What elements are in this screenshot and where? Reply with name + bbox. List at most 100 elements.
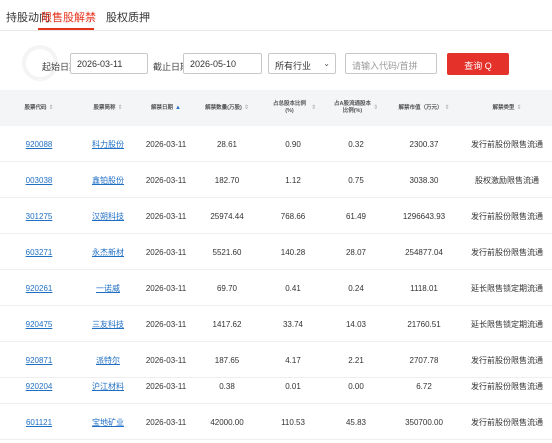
float-share-ratio: 28.07 [345, 247, 367, 257]
stock-name-link[interactable]: 鑫铂股份 [78, 162, 138, 198]
stock-name-link[interactable]: 沪江材料 [78, 368, 138, 404]
unlock-amount: 0.38 [219, 381, 235, 391]
total-share-ratio: 0.01 [285, 381, 301, 391]
total-share-ratio: 1.12 [285, 175, 301, 185]
table-row: 603271 永杰新材 2026-03-11 5521.60 140.28 28… [0, 234, 552, 270]
unlock-amount: 69.70 [216, 283, 238, 293]
unlock-amount: 28.61 [216, 139, 238, 149]
table-row: 920261 一诺威 2026-03-11 69.70 0.41 0.24 11… [0, 270, 552, 306]
float-share-ratio: 0.24 [348, 283, 364, 293]
unlock-type: 延长限售锁定期流通 [471, 319, 543, 329]
stock-code-link[interactable]: 603271 [0, 234, 78, 270]
col-unlock-type[interactable]: 解禁类型 ⇕ [462, 90, 552, 126]
unlock-date: 2026-03-11 [145, 139, 187, 149]
unlock-type: 发行前股份限售流通 [471, 247, 543, 257]
table-header: 股票代码 ⇕ 股票简称 ⇕ 解禁日期 ▲ 解禁数量(万股) ⇕ 占总股本比例(%) ⇕ 占… [0, 90, 552, 126]
unlock-value: 254877.04 [405, 247, 443, 257]
unlock-date: 2026-03-11 [145, 211, 187, 221]
unlock-type: 股权激励限售流通 [475, 175, 539, 185]
stock-code-link[interactable]: 920204 [0, 368, 78, 404]
unlock-date: 2026-03-11 [145, 283, 187, 293]
stock-code-link[interactable]: 920088 [0, 126, 78, 162]
col-stock-code[interactable]: 股票代码 ⇕ [0, 90, 78, 126]
unlock-type: 延长限售锁定期流通 [471, 283, 543, 293]
tab-bar: 持股动向 限售股解禁 股权质押 [0, 0, 552, 30]
float-share-ratio: 0.75 [348, 175, 364, 185]
stock-code-link[interactable]: 003038 [0, 162, 78, 198]
col-unlock-amount[interactable]: 解禁数量(万股) ⇕ [194, 90, 260, 126]
sort-icon: ⇕ [243, 104, 249, 111]
float-share-ratio: 0.32 [348, 139, 364, 149]
stock-code-link[interactable]: 601121 [0, 404, 78, 440]
sort-asc-icon: ▲ [175, 104, 181, 111]
col-stock-name[interactable]: 股票简称 ⇕ [78, 90, 138, 126]
search-button[interactable]: 查询 Q [447, 53, 509, 75]
total-share-ratio: 33.74 [282, 319, 304, 329]
tab-restricted-unlock[interactable]: 限售股解禁 [41, 9, 96, 25]
table-row: 920088 科力股份 2026-03-11 28.61 0.90 0.32 2… [0, 126, 552, 162]
stock-name-link[interactable]: 宝地矿业 [78, 404, 138, 440]
total-share-ratio: 0.41 [285, 283, 301, 293]
col-total-share-ratio[interactable]: 占总股本比例(%) ⇕ [260, 90, 326, 126]
unlock-value: 2300.37 [409, 139, 439, 149]
unlock-date: 2026-03-11 [145, 381, 187, 391]
table-row: 003038 鑫铂股份 2026-03-11 182.70 1.12 0.75 … [0, 162, 552, 198]
col-unlock-date[interactable]: 解禁日期 ▲ [138, 90, 194, 126]
float-share-ratio: 14.03 [345, 319, 367, 329]
unlock-type: 发行前股份限售流通 [471, 381, 543, 391]
col-unlock-value[interactable]: 解禁市值（万元） ⇕ [386, 90, 462, 126]
col-float-share-ratio[interactable]: 占A股流通股本比例(%) ⇕ [326, 90, 386, 126]
tab-divider [0, 30, 552, 31]
unlock-amount: 1417.62 [212, 319, 242, 329]
total-share-ratio: 110.53 [281, 417, 305, 427]
table-row: 920475 三友科技 2026-03-11 1417.62 33.74 14.… [0, 306, 552, 342]
unlock-date: 2026-03-11 [145, 175, 187, 185]
stock-code-link[interactable]: 920261 [0, 270, 78, 306]
filter-bar: 起始日期： 2026-03-11 截止日期： 2026-05-10 所有行业 ⌄… [0, 40, 552, 88]
unlock-date: 2026-03-11 [145, 319, 187, 329]
industry-select-value: 所有行业 [275, 61, 312, 71]
unlock-date: 2026-03-11 [145, 417, 187, 427]
stock-name-link[interactable]: 汉朔科技 [78, 198, 138, 234]
float-share-ratio: 0.00 [348, 381, 364, 391]
unlock-value: 6.72 [416, 381, 432, 391]
sort-icon: ⇕ [117, 104, 123, 111]
end-date-input[interactable]: 2026-05-10 [183, 53, 262, 74]
stock-code-link[interactable]: 920475 [0, 306, 78, 342]
stock-name-link[interactable]: 永杰新材 [78, 234, 138, 270]
chevron-down-icon: ⌄ [323, 59, 330, 68]
table-row: 920204 沪江材料 2026-03-11 0.38 0.01 0.00 6.… [0, 368, 552, 404]
unlock-type: 发行前股份限售流通 [471, 211, 543, 221]
unlock-value: 21760.51 [407, 319, 441, 329]
stock-code-link[interactable]: 301275 [0, 198, 78, 234]
start-date-input[interactable]: 2026-03-11 [70, 53, 148, 74]
tab-equity-pledge[interactable]: 股权质押 [106, 9, 150, 25]
unlock-type: 发行前股份限售流通 [471, 139, 543, 149]
float-share-ratio: 61.49 [345, 211, 367, 221]
table-row: 301275 汉朔科技 2026-03-11 25974.44 768.66 6… [0, 198, 552, 234]
stock-search-input[interactable]: 请输入代码/首拼 [345, 53, 437, 74]
unlock-type: 发行前股份限售流通 [471, 417, 543, 427]
table-row: 601121 宝地矿业 2026-03-11 42000.00 110.53 4… [0, 404, 552, 440]
unlock-amount: 5521.60 [212, 247, 242, 257]
unlock-amount: 25974.44 [210, 211, 244, 221]
total-share-ratio: 0.90 [285, 139, 301, 149]
unlock-value: 1296643.93 [402, 211, 446, 221]
sort-icon: ⇕ [444, 104, 450, 111]
total-share-ratio: 768.66 [280, 211, 306, 221]
unlock-amount: 182.70 [214, 175, 240, 185]
total-share-ratio: 140.28 [280, 247, 306, 257]
unlock-amount: 42000.00 [210, 417, 244, 427]
float-share-ratio: 45.83 [345, 417, 367, 427]
stock-name-link[interactable]: 科力股份 [78, 126, 138, 162]
unlock-value: 3038.30 [409, 175, 439, 185]
stock-name-link[interactable]: 一诺威 [78, 270, 138, 306]
industry-select[interactable]: 所有行业 ⌄ [268, 53, 336, 74]
sort-icon: ⇕ [372, 104, 378, 111]
unlock-value: 1118.01 [410, 283, 438, 293]
unlock-date: 2026-03-11 [145, 247, 187, 257]
sort-icon: ⇕ [516, 104, 522, 111]
stock-name-link[interactable]: 三友科技 [78, 306, 138, 342]
unlock-value: 350700.00 [405, 417, 443, 427]
sort-icon: ⇕ [310, 104, 316, 111]
